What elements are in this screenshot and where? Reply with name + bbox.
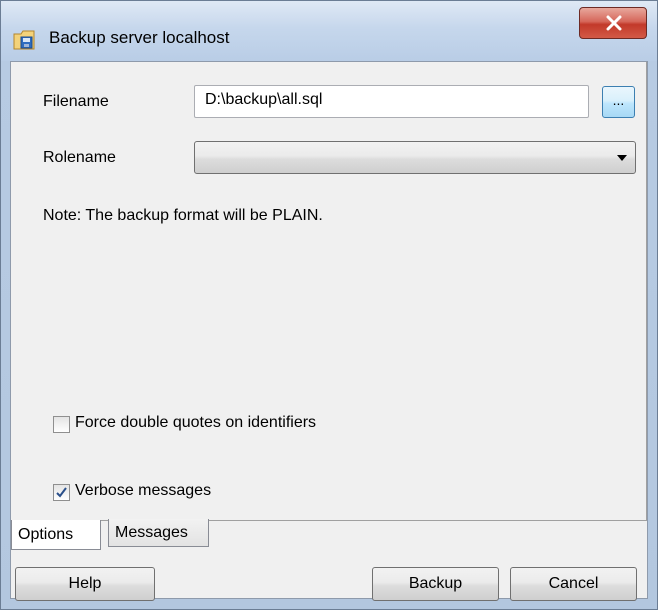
tab-messages[interactable]: Messages xyxy=(108,519,209,547)
checkmark-icon xyxy=(56,487,67,498)
browse-button[interactable]: ... xyxy=(602,86,635,118)
rolename-label: Rolename xyxy=(43,149,116,166)
title-bar[interactable]: Backup server localhost xyxy=(1,1,657,61)
close-button[interactable] xyxy=(579,7,647,39)
format-note: Note: The backup format will be PLAIN. xyxy=(43,207,323,224)
help-button[interactable]: Help xyxy=(15,567,155,601)
verbose-checkbox[interactable] xyxy=(53,484,70,501)
force-quotes-label[interactable]: Force double quotes on identifiers xyxy=(75,414,316,432)
window-title: Backup server localhost xyxy=(49,28,230,47)
rolename-select[interactable] xyxy=(194,141,636,174)
verbose-label[interactable]: Verbose messages xyxy=(75,482,211,500)
close-x-icon xyxy=(606,15,622,31)
tab-options[interactable]: Options xyxy=(11,520,101,550)
backup-button[interactable]: Backup xyxy=(372,567,499,601)
dialog-body: Filename D:\backup\all.sql ... Rolename … xyxy=(10,61,648,601)
cancel-button[interactable]: Cancel xyxy=(510,567,637,601)
chevron-down-icon xyxy=(617,155,627,161)
filename-input[interactable]: D:\backup\all.sql xyxy=(194,85,589,118)
filename-label: Filename xyxy=(43,93,109,110)
backup-dialog: Backup server localhost Filename D:\back… xyxy=(0,0,658,610)
options-panel: Filename D:\backup\all.sql ... Rolename … xyxy=(11,62,647,521)
force-quotes-checkbox[interactable] xyxy=(53,416,70,433)
backup-server-icon xyxy=(12,28,38,52)
